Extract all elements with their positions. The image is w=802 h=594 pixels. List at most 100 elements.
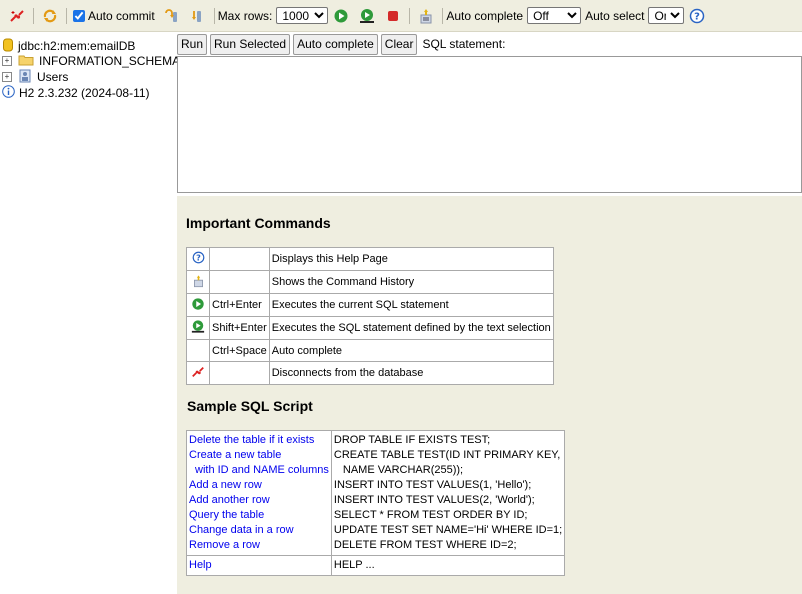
tree-item-label: Users: [37, 70, 69, 84]
tree-item-label: INFORMATION_SCHEMA: [39, 54, 181, 68]
table-row: Shift+Enter Executes the SQL statement d…: [186, 316, 554, 340]
help-sql-cell: HELP ...: [330, 555, 566, 576]
command-icon-cell: [186, 339, 210, 362]
command-icon-cell: [186, 293, 210, 317]
tree-item-information-schema[interactable]: + INFORMATION_SCHEMA: [2, 53, 180, 69]
help-link-cell: Help: [186, 555, 332, 576]
script-link-create[interactable]: Create a new table: [189, 448, 329, 463]
command-description: Shows the Command History: [268, 270, 554, 294]
command-icon-cell: [186, 270, 210, 294]
command-key: [209, 247, 270, 271]
script-sql-line: INSERT INTO TEST VALUES(2, 'World');: [333, 494, 535, 506]
run-selected-icon[interactable]: [359, 8, 375, 24]
expand-icon[interactable]: +: [2, 72, 12, 82]
toolbar-separator: [409, 7, 411, 24]
run-icon: [191, 297, 205, 314]
sample-script-table: Delete the table if it exists Create a n…: [186, 430, 566, 576]
script-link-update[interactable]: Change data in a row: [189, 523, 329, 538]
help-icon[interactable]: ?: [689, 8, 705, 24]
tree-version: H2 2.3.232 (2024-08-11): [2, 85, 150, 101]
max-rows-label: Max rows:: [217, 8, 273, 23]
tree-item-users[interactable]: + Users: [2, 69, 68, 85]
help-panel: Important Commands ? Displays this Help …: [177, 196, 802, 594]
toolbar-separator: [66, 7, 67, 24]
script-link-insert[interactable]: Add a new row: [189, 478, 329, 493]
clear-button[interactable]: Clear: [380, 33, 418, 55]
command-icon-cell: [186, 316, 210, 340]
table-row: Ctrl+Space Auto complete: [186, 339, 554, 362]
table-row: Shows the Command History: [186, 270, 554, 294]
auto-commit-checkbox[interactable]: [73, 9, 85, 22]
command-icon-cell: [186, 361, 210, 385]
script-sql-line: SELECT * FROM TEST ORDER BY ID;: [333, 509, 528, 521]
command-description: Auto complete: [268, 339, 554, 362]
script-link-remove[interactable]: Remove a row: [189, 538, 329, 553]
script-sql-cell: DROP TABLE IF EXISTS TEST; CREATE TABLE …: [330, 430, 566, 556]
command-description: Displays this Help Page: [268, 247, 554, 271]
script-sql-line: DELETE FROM TEST WHERE ID=2;: [333, 539, 517, 551]
auto-commit-label: Auto commit: [88, 8, 155, 23]
disconnect-icon[interactable]: [9, 8, 25, 24]
help-icon: ?: [192, 251, 205, 267]
auto-select-select[interactable]: On: [648, 7, 685, 24]
table-row: Delete the table if it exists Create a n…: [186, 430, 566, 556]
sql-statement-label: SQL statement:: [422, 37, 506, 51]
table-row: Help HELP ...: [186, 555, 566, 576]
script-link-query[interactable]: Query the table: [189, 508, 329, 523]
auto-complete-label: Auto complete: [446, 8, 524, 23]
connection-label: jdbc:h2:mem:emailDB: [18, 39, 136, 53]
toolbar-separator: [213, 7, 215, 24]
history-icon[interactable]: [418, 8, 434, 24]
run-selected-button[interactable]: Run Selected: [210, 33, 291, 55]
command-key: [209, 361, 270, 385]
toolbar-separator: [33, 7, 34, 24]
database-icon: [3, 38, 13, 55]
script-sql-line: NAME VARCHAR(255));: [342, 464, 464, 476]
sql-editor[interactable]: [177, 56, 802, 193]
toolbar-separator: [442, 7, 444, 24]
table-row: ? Displays this Help Page: [186, 247, 554, 271]
script-links-cell: Delete the table if it exists Create a n…: [186, 430, 332, 556]
max-rows-select[interactable]: 1000: [276, 7, 329, 24]
important-commands-title: Important Commands: [186, 215, 331, 231]
tree-connection[interactable]: jdbc:h2:mem:emailDB: [3, 38, 135, 54]
script-link-help[interactable]: Help: [189, 558, 329, 573]
query-buttons: Run Run Selected Auto complete Clear SQL…: [177, 32, 505, 56]
command-icon-cell: ?: [186, 247, 210, 271]
script-sql-line: HELP ...: [333, 559, 375, 571]
command-key: Ctrl+Space: [209, 339, 270, 362]
script-sql-line: UPDATE TEST SET NAME='Hi' WHERE ID=1;: [333, 524, 563, 536]
command-key: Ctrl+Enter: [209, 293, 270, 317]
commands-table: ? Displays this Help Page Shows the Comm…: [186, 247, 554, 385]
command-description: Executes the SQL statement defined by th…: [268, 316, 554, 340]
run-icon[interactable]: [333, 8, 349, 24]
folder-icon: [18, 54, 34, 69]
expand-icon[interactable]: +: [2, 56, 12, 66]
svg-text:?: ?: [695, 11, 701, 22]
sample-script-title: Sample SQL Script: [187, 398, 313, 414]
script-sql-line: CREATE TABLE TEST(ID INT PRIMARY KEY,: [333, 449, 561, 461]
script-link-create-columns[interactable]: with ID and NAME columns: [189, 463, 329, 478]
toolbar: Auto commit Max rows: 1000 Auto complete…: [0, 0, 802, 32]
auto-complete-button[interactable]: Auto complete: [293, 33, 378, 55]
commit-icon[interactable]: [190, 8, 206, 24]
script-sql-line: DROP TABLE IF EXISTS TEST;: [333, 434, 491, 446]
refresh-icon[interactable]: [42, 8, 58, 24]
version-label: H2 2.3.232 (2024-08-11): [19, 86, 150, 100]
stop-icon[interactable]: [385, 8, 401, 24]
command-key: Shift+Enter: [209, 316, 270, 340]
auto-select-label: Auto select: [585, 8, 645, 23]
table-row: Ctrl+Enter Executes the current SQL stat…: [186, 293, 554, 317]
script-sql-line: INSERT INTO TEST VALUES(1, 'Hello');: [333, 479, 532, 491]
run-button[interactable]: Run: [177, 33, 208, 55]
object-tree: jdbc:h2:mem:emailDB + INFORMATION_SCHEMA…: [0, 32, 180, 594]
info-icon: [2, 85, 15, 101]
command-description: Executes the current SQL statement: [268, 293, 554, 317]
script-link-insert-another[interactable]: Add another row: [189, 493, 329, 508]
script-link-delete[interactable]: Delete the table if it exists: [189, 433, 329, 448]
history-icon: [192, 274, 205, 291]
run-selected-icon: [191, 320, 205, 337]
users-icon: [18, 69, 32, 86]
auto-complete-select[interactable]: Off: [527, 7, 582, 24]
rollback-icon[interactable]: [164, 8, 180, 24]
